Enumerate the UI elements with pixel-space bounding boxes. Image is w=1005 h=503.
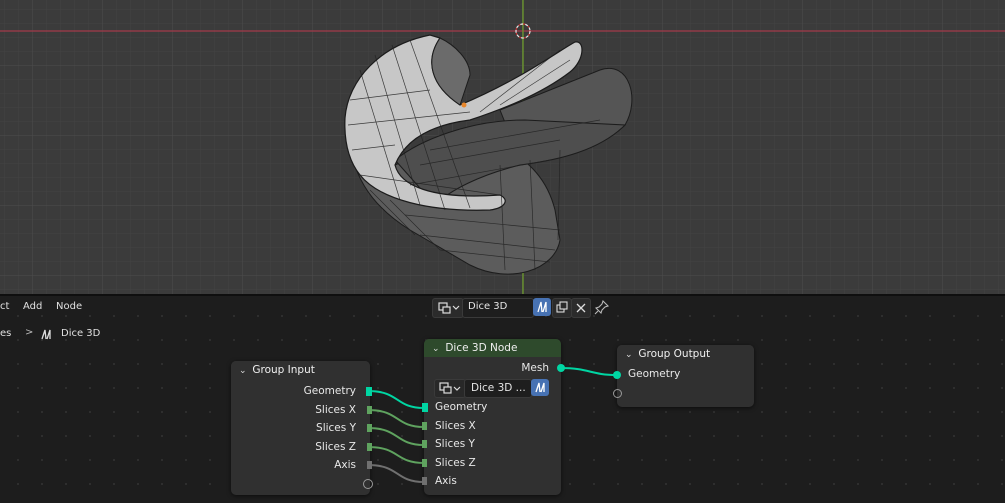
socket-slices-x-input[interactable] bbox=[422, 422, 427, 430]
node-tree-name-field[interactable]: Dice 3D bbox=[462, 298, 534, 318]
input-label-geometry: Geometry bbox=[628, 368, 681, 380]
collapse-chevron-icon[interactable]: ⌄ bbox=[625, 346, 635, 364]
socket-slices-z-output[interactable] bbox=[367, 443, 372, 451]
output-label-slices-x: Slices X bbox=[315, 404, 356, 416]
output-label-slices-y: Slices Y bbox=[316, 422, 356, 434]
group-input-node[interactable]: ⌄ Group Input Geometry Slices X Slices Y… bbox=[231, 361, 373, 495]
node-tree-icon bbox=[438, 302, 460, 314]
node-title: Dice 3D Node bbox=[445, 342, 518, 354]
unlink-button[interactable] bbox=[571, 298, 591, 318]
duplicate-icon bbox=[556, 301, 568, 313]
close-icon bbox=[576, 303, 586, 313]
node-title: Group Output bbox=[638, 348, 711, 360]
socket-slices-x-output[interactable] bbox=[367, 406, 372, 414]
socket-slices-z-input[interactable] bbox=[422, 459, 427, 467]
node-group-type-dropdown[interactable] bbox=[434, 379, 466, 398]
socket-geometry-input[interactable] bbox=[613, 371, 621, 379]
node-title: Group Input bbox=[252, 364, 315, 376]
node-group-name: Dice 3D ... bbox=[471, 382, 526, 394]
socket-geometry-output[interactable] bbox=[366, 387, 372, 396]
fake-user-button[interactable] bbox=[533, 298, 551, 316]
breadcrumb-parent[interactable]: es bbox=[0, 328, 11, 339]
socket-empty-input[interactable] bbox=[613, 389, 622, 398]
input-label-axis: Axis bbox=[435, 475, 457, 487]
node-group-user-button[interactable] bbox=[531, 379, 549, 396]
socket-axis-output[interactable] bbox=[367, 461, 372, 469]
output-label-slices-z: Slices Z bbox=[315, 441, 356, 453]
duplicate-button[interactable] bbox=[552, 298, 572, 318]
pin-button[interactable] bbox=[594, 299, 610, 315]
breadcrumb-current[interactable]: Dice 3D bbox=[61, 328, 100, 339]
node-tree-name: Dice 3D bbox=[468, 301, 508, 312]
breadcrumb-separator: > bbox=[25, 327, 34, 338]
node-tree-icon bbox=[439, 382, 461, 394]
node-group-icon bbox=[41, 329, 51, 340]
viewport-canvas bbox=[0, 0, 1005, 295]
socket-mesh-output[interactable] bbox=[557, 364, 565, 372]
collapse-chevron-icon[interactable]: ⌄ bbox=[239, 362, 249, 380]
socket-geometry-input[interactable] bbox=[422, 403, 428, 412]
input-label-geometry: Geometry bbox=[435, 401, 488, 413]
group-output-node[interactable]: ⌄ Group Output Geometry bbox=[613, 345, 754, 407]
output-label-axis: Axis bbox=[334, 459, 356, 471]
output-label-geometry: Geometry bbox=[303, 385, 356, 397]
input-label-slices-z: Slices Z bbox=[435, 457, 476, 469]
output-label-mesh: Mesh bbox=[521, 362, 549, 374]
node-tree-type-dropdown[interactable] bbox=[432, 298, 464, 318]
menu-add[interactable]: Add bbox=[23, 301, 42, 312]
node-tree-user-icon bbox=[537, 301, 547, 313]
collapse-chevron-icon[interactable]: ⌄ bbox=[432, 340, 442, 358]
dice-3d-node[interactable]: ⌄ Dice 3D Node Mesh Dice 3D ... Geometry… bbox=[422, 339, 565, 495]
pin-icon bbox=[594, 299, 610, 315]
socket-slices-y-input[interactable] bbox=[422, 440, 427, 448]
menu-node[interactable]: Node bbox=[56, 301, 82, 312]
socket-empty-output[interactable] bbox=[363, 479, 373, 489]
socket-axis-input[interactable] bbox=[422, 477, 427, 485]
node-tree-user-icon bbox=[535, 382, 545, 393]
menu-select[interactable]: ct bbox=[0, 301, 9, 312]
node-group-name-field[interactable]: Dice 3D ... bbox=[464, 379, 532, 398]
socket-slices-y-output[interactable] bbox=[367, 424, 372, 432]
input-label-slices-x: Slices X bbox=[435, 420, 476, 432]
3d-viewport[interactable] bbox=[0, 0, 1005, 295]
input-label-slices-y: Slices Y bbox=[435, 438, 475, 450]
